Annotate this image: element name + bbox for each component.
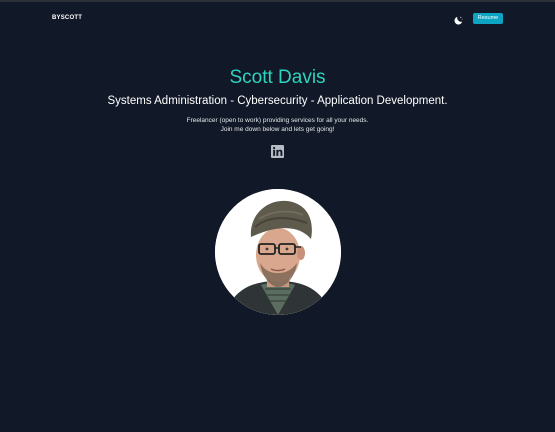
brand-logo[interactable]: BYSCOTT (52, 15, 82, 21)
linkedin-icon[interactable] (271, 145, 284, 158)
navbar: BYSCOTT Resume (0, 9, 555, 31)
moon-icon[interactable] (453, 13, 464, 25)
resume-button[interactable]: Resume (473, 13, 503, 24)
tagline-line-1: Freelancer (open to work) providing serv… (186, 117, 369, 124)
top-border (0, 0, 555, 2)
tagline-line-2: Join me down below and lets get going! (220, 126, 335, 133)
hero-section: Scott Davis Systems Administration - Cyb… (0, 64, 555, 134)
page-title: Scott Davis (229, 67, 326, 88)
page: BYSCOTT Resume Scott Davis Systems Admin… (0, 0, 555, 432)
avatar (215, 189, 341, 315)
subtitle: Systems Administration - Cybersecurity -… (107, 95, 448, 107)
tagline: Freelancer (open to work) providing serv… (0, 116, 555, 134)
